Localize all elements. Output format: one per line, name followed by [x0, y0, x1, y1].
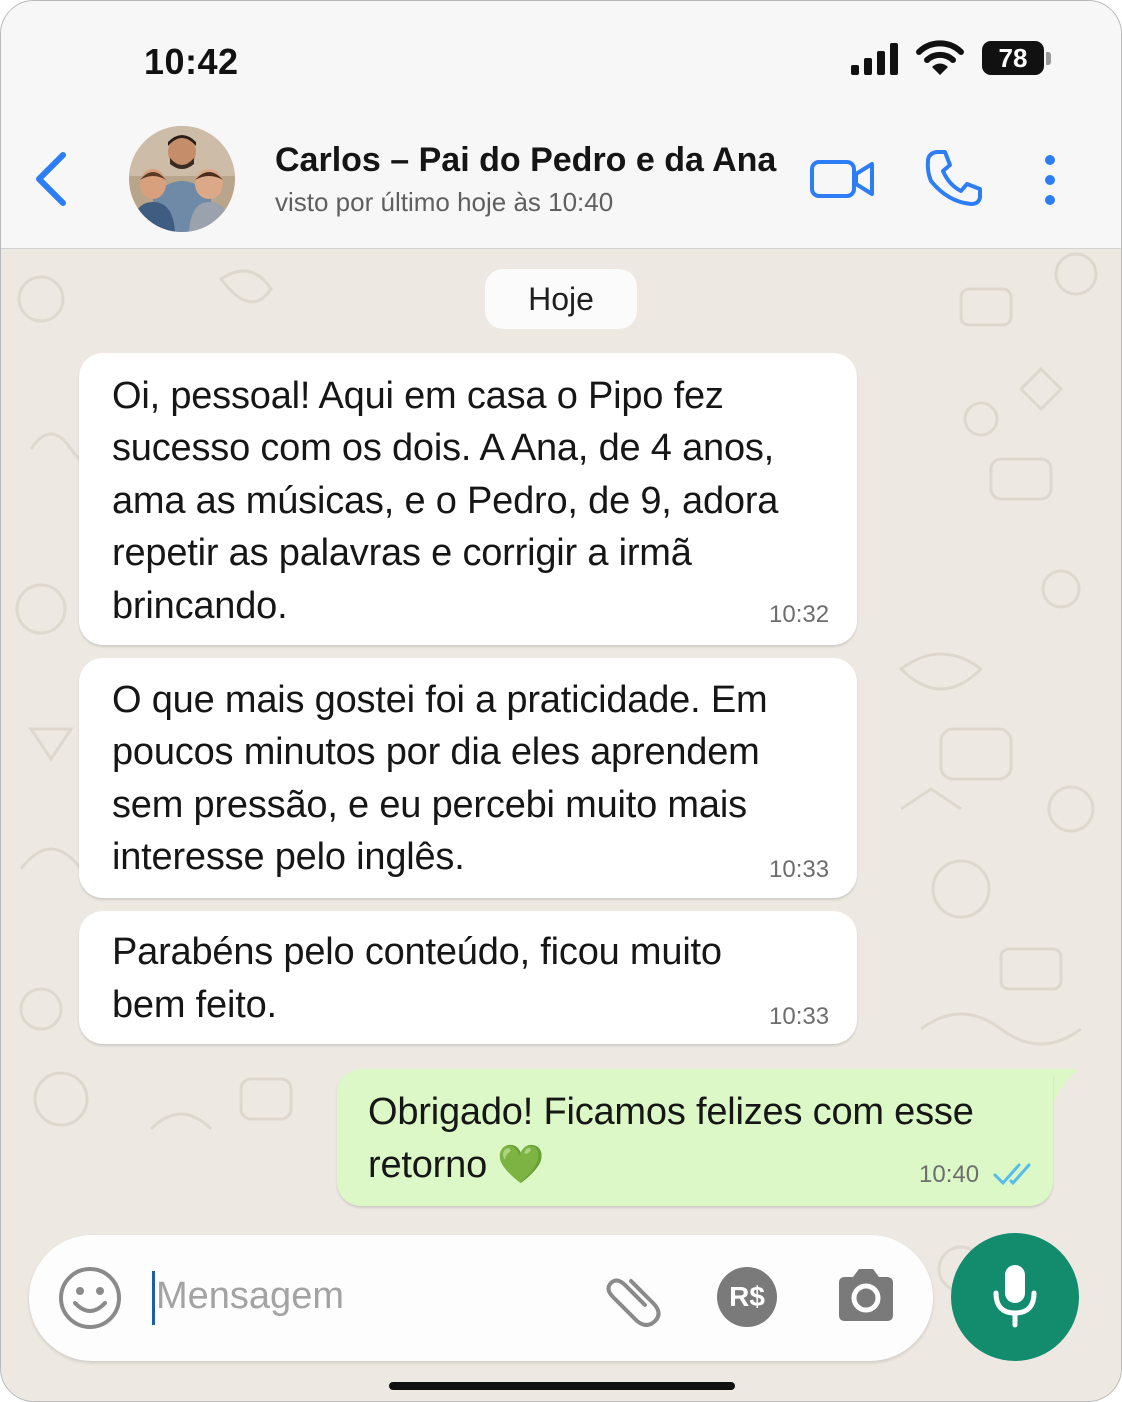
wifi-icon [916, 40, 964, 75]
message-line: ama as músicas, e o Pedro, de 9, adora [112, 480, 779, 522]
back-arrow-icon[interactable] [31, 149, 73, 209]
status-time: 10:42 [144, 41, 239, 82]
home-indicator [389, 1382, 735, 1390]
message-time: 10:33 [769, 1003, 830, 1030]
double-check-read-icon [993, 1163, 1031, 1186]
message-line: brincando. [112, 585, 288, 627]
message-input[interactable]: Mensagem [156, 1275, 344, 1318]
payment-icon[interactable]: R$ [717, 1267, 777, 1327]
message-line: interesse pelo inglês. [112, 836, 465, 878]
message-line: O que mais gostei foi a praticidade. Em [112, 679, 768, 721]
contact-name[interactable]: Carlos – Pai do Pedro e da Ana [275, 141, 776, 180]
signal-icon [851, 43, 898, 75]
camera-icon[interactable] [835, 1267, 897, 1323]
message-incoming-3[interactable]: Parabéns pelo conteúdo, ficou muito bem … [79, 911, 857, 1044]
battery-level: 78 [998, 43, 1028, 73]
message-line: sucesso com os dois. A Ana, de 4 anos, [112, 427, 775, 469]
message-line: retorno 💚 [368, 1144, 545, 1186]
video-call-icon[interactable] [809, 156, 877, 202]
message-line: bem feito. [112, 984, 277, 1026]
top-bar: 10:42 78 Carlos – Pai do Pedro e da Ana … [1, 1, 1121, 249]
message-outgoing-1[interactable]: Obrigado! Ficamos felizes com esse retor… [337, 1069, 1053, 1206]
message-line: Obrigado! Ficamos felizes com esse [368, 1091, 974, 1133]
emoji-icon[interactable] [57, 1265, 123, 1331]
last-seen-status: visto por último hoje às 10:40 [275, 187, 614, 217]
message-incoming-2[interactable]: O que mais gostei foi a praticidade. Em … [79, 658, 857, 898]
microphone-icon [993, 1265, 1037, 1328]
avatar[interactable] [129, 126, 235, 232]
battery-icon: 78 [982, 41, 1052, 77]
message-time: 10:33 [769, 856, 830, 883]
text-cursor [152, 1271, 155, 1325]
phone-call-icon[interactable] [923, 147, 985, 209]
message-line: repetir as palavras e corrigir a irmã [112, 532, 692, 574]
message-line: Oi, pessoal! Aqui em casa o Pipo fez [112, 375, 724, 417]
microphone-button[interactable] [951, 1233, 1079, 1361]
message-line: poucos minutos por dia eles aprendem [112, 731, 760, 773]
message-line: Parabéns pelo conteúdo, ficou muito [112, 931, 722, 973]
message-line: sem pressão, e eu percebi muito mais [112, 784, 747, 826]
more-options-icon[interactable] [1035, 153, 1065, 207]
message-time: 10:40 [919, 1161, 980, 1188]
attach-icon[interactable] [599, 1265, 663, 1329]
message-time: 10:32 [769, 601, 830, 628]
message-incoming-1[interactable]: Oi, pessoal! Aqui em casa o Pipo fez suc… [79, 353, 857, 645]
phone-screen: 10:42 78 Carlos – Pai do Pedro e da Ana … [0, 0, 1122, 1402]
date-separator: Hoje [485, 269, 637, 329]
